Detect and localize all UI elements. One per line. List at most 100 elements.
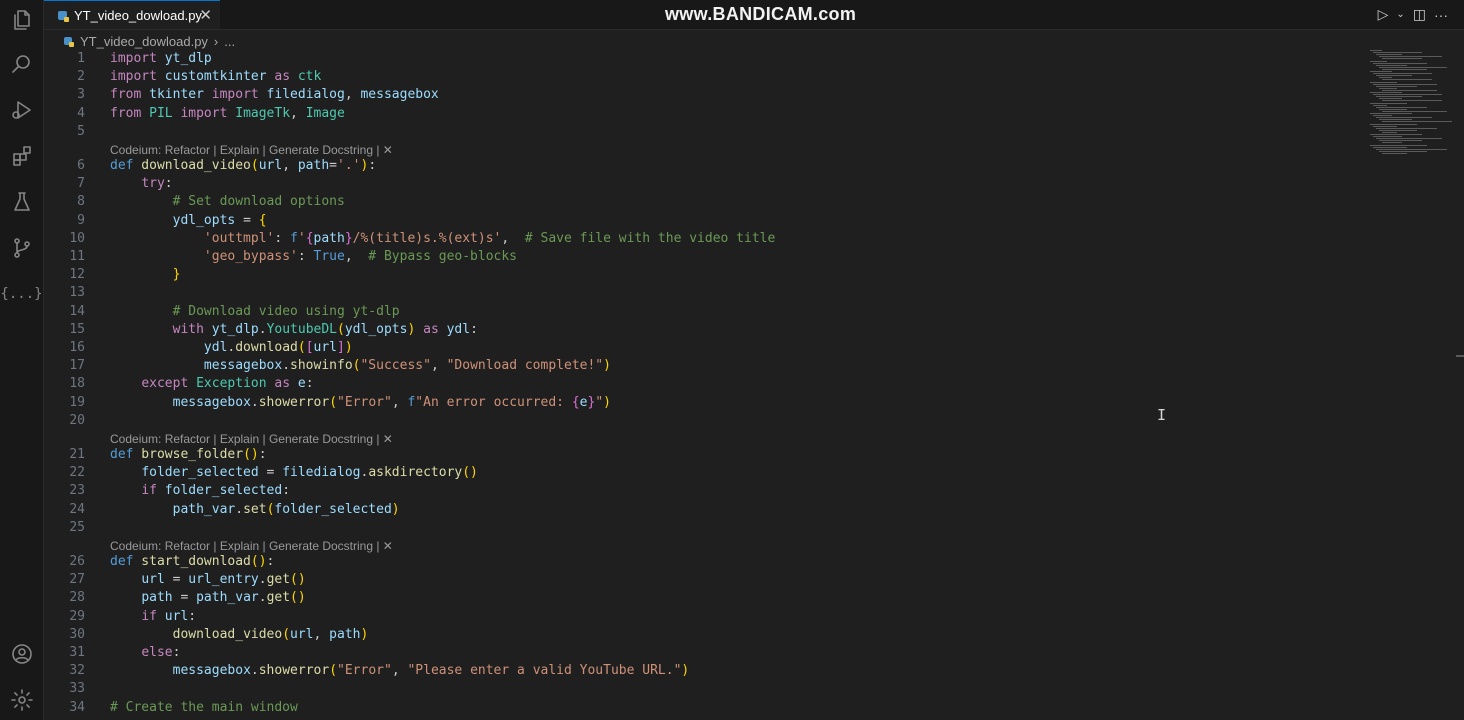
minimap-line bbox=[1382, 100, 1442, 102]
run-icon[interactable]: ▷ bbox=[1378, 6, 1389, 23]
code-line[interactable]: 26 def start_download(): bbox=[44, 553, 1344, 571]
code-line[interactable]: 7 try: bbox=[44, 175, 1344, 193]
code-line[interactable]: 34 # Create the main window bbox=[44, 699, 1344, 717]
minimap-line bbox=[1370, 113, 1412, 114]
code-token: ydl bbox=[203, 340, 228, 355]
code-token: () bbox=[243, 447, 259, 462]
testing-flask-icon[interactable] bbox=[0, 182, 43, 222]
code-token: path_var bbox=[172, 501, 236, 517]
code-token: e bbox=[290, 376, 306, 392]
code-token: f bbox=[290, 230, 298, 246]
code-line[interactable]: 15 with yt_dlp.YoutubeDL(ydl_opts) as yd… bbox=[44, 321, 1344, 339]
code-line[interactable]: 29 if url: bbox=[44, 608, 1344, 626]
code-token: : bbox=[282, 483, 291, 499]
code-line[interactable]: 16 ydl.download([url]) bbox=[44, 339, 1344, 357]
code-line[interactable]: 22 folder_selected = filedialog.askdirec… bbox=[44, 464, 1344, 482]
code-line[interactable]: 1 import yt_dlp bbox=[44, 50, 1344, 68]
code-editor[interactable]: 1 import yt_dlp 2 import customtkinter as c… bbox=[44, 50, 1464, 720]
code-line[interactable]: 8 # Set download options bbox=[44, 193, 1344, 211]
code-token: "Error" bbox=[337, 663, 392, 679]
code-text: 'geo_bypass': True, # Bypass geo-blocks bbox=[110, 248, 517, 266]
code-line[interactable]: 9 ydl_opts = { bbox=[44, 212, 1344, 230]
code-line[interactable]: 27 url = url_entry.get() bbox=[44, 571, 1344, 589]
close-icon[interactable]: ✕ bbox=[199, 6, 212, 24]
code-token: path bbox=[329, 626, 361, 642]
code-line[interactable]: 19 messagebox.showerror("Error", f"An er… bbox=[44, 394, 1344, 412]
code-line[interactable]: 13 bbox=[44, 284, 1344, 302]
line-number: 6 bbox=[77, 158, 85, 173]
codeium-code-lens[interactable]: Codeium: Refactor | Explain | Generate D… bbox=[110, 142, 393, 158]
minimap-line bbox=[1376, 127, 1437, 129]
source-control-icon[interactable] bbox=[0, 228, 43, 268]
code-token: , bbox=[313, 626, 330, 642]
minimap-line bbox=[1382, 89, 1437, 91]
code-line[interactable]: 3 from tkinter import filedialog, message… bbox=[44, 86, 1344, 104]
code-token: , bbox=[344, 249, 369, 264]
code-token: () bbox=[290, 572, 306, 588]
breadcrumb-symbol[interactable]: ... bbox=[224, 34, 235, 49]
code-line[interactable]: 23 if folder_selected: bbox=[44, 482, 1344, 500]
minimap-line bbox=[1370, 60, 1387, 62]
line-number: 4 bbox=[77, 105, 85, 121]
split-editor-icon[interactable]: ◫ bbox=[1413, 6, 1426, 23]
scrollbar-marker[interactable] bbox=[1456, 355, 1464, 357]
code-line[interactable]: 17 messagebox.showinfo("Success", "Downl… bbox=[44, 357, 1344, 375]
minimap-line bbox=[1376, 117, 1432, 119]
code-line[interactable]: 32 messagebox.showerror("Error", "Please… bbox=[44, 662, 1344, 680]
minimap-line bbox=[1373, 104, 1387, 106]
code-token: folder_selected bbox=[156, 483, 283, 499]
code-token: : bbox=[470, 321, 478, 337]
code-line[interactable]: 18 except Exception as e: bbox=[44, 375, 1344, 393]
code-line[interactable]: 21 def browse_folder(): bbox=[44, 446, 1344, 464]
code-line[interactable]: 5 bbox=[44, 123, 1344, 141]
code-line[interactable]: 31 else: bbox=[44, 644, 1344, 662]
code-text: if folder_selected: bbox=[110, 482, 290, 500]
breadcrumb: YT_video_dowload.py › ... bbox=[64, 31, 235, 51]
minimap-line bbox=[1370, 50, 1382, 51]
code-token: download bbox=[235, 340, 298, 355]
settings-gear-icon[interactable] bbox=[0, 680, 43, 720]
account-icon[interactable] bbox=[0, 634, 43, 674]
minimap[interactable] bbox=[1370, 50, 1456, 160]
explorer-icon[interactable] bbox=[0, 0, 43, 40]
code-line[interactable]: 10 'outtmpl': f'{path}/%(title)s.%(ext)s… bbox=[44, 230, 1344, 248]
code-token: : bbox=[368, 158, 377, 173]
code-text: folder_selected = filedialog.askdirector… bbox=[110, 464, 478, 482]
code-token: ) bbox=[603, 394, 611, 410]
code-text: from PIL import ImageTk, Image bbox=[110, 105, 345, 123]
codeium-code-lens[interactable]: Codeium: Refactor | Explain | Generate D… bbox=[110, 538, 393, 554]
code-token: url bbox=[258, 158, 283, 173]
code-line[interactable]: 4 from PIL import ImageTk, Image bbox=[44, 105, 1344, 123]
minimap-line bbox=[1379, 98, 1402, 100]
search-icon[interactable] bbox=[0, 44, 43, 84]
code-line[interactable]: 6 def download_video(url, path='.'): bbox=[44, 157, 1344, 175]
minimap-line bbox=[1379, 140, 1422, 142]
run-debug-icon[interactable] bbox=[0, 90, 43, 130]
codeium-code-lens[interactable]: Codeium: Refactor | Explain | Generate D… bbox=[110, 431, 393, 447]
minimap-line bbox=[1373, 62, 1427, 64]
code-token: def bbox=[110, 554, 134, 569]
code-line[interactable]: 33 bbox=[44, 680, 1344, 698]
code-line[interactable]: 30 download_video(url, path) bbox=[44, 626, 1344, 644]
code-line[interactable]: 28 path = path_var.get() bbox=[44, 589, 1344, 607]
code-line[interactable]: 20 bbox=[44, 412, 1344, 430]
code-token: showinfo bbox=[290, 358, 353, 374]
breadcrumb-file[interactable]: YT_video_dowload.py bbox=[80, 34, 208, 49]
minimap-line bbox=[1373, 94, 1442, 96]
code-token: : bbox=[172, 645, 181, 660]
extensions-icon[interactable] bbox=[0, 136, 43, 176]
tab-yt-video-download[interactable]: YT_video_dowload.py ✕ bbox=[44, 0, 220, 29]
code-line[interactable]: 2 import customtkinter as ctk bbox=[44, 68, 1344, 86]
chevron-down-icon[interactable]: ⌄ bbox=[1396, 9, 1404, 20]
code-line[interactable]: 11 'geo_bypass': True, # Bypass geo-bloc… bbox=[44, 248, 1344, 266]
json-braces-icon[interactable]: {...} bbox=[0, 274, 43, 314]
code-line[interactable]: 12 } bbox=[44, 266, 1344, 284]
code-line[interactable]: 25 bbox=[44, 519, 1344, 537]
activity-bar: {...} bbox=[0, 0, 44, 720]
code-token: . bbox=[250, 663, 259, 679]
code-line[interactable]: 24 path_var.set(folder_selected) bbox=[44, 501, 1344, 519]
more-actions-icon[interactable]: ··· bbox=[1434, 7, 1448, 23]
code-line[interactable]: 14 # Download video using yt-dlp bbox=[44, 303, 1344, 321]
